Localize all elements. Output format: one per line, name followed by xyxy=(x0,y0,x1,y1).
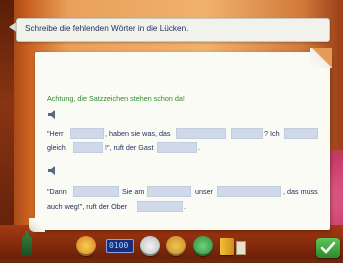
s2-text-2: Sie am xyxy=(122,187,145,196)
clock-text: 0100 xyxy=(109,241,129,250)
gap-input-9[interactable] xyxy=(217,186,281,197)
instruction-text: Schreibe die fehlenden Wörter in die Lüc… xyxy=(25,24,189,33)
s2-text-1: "Dann xyxy=(47,187,67,196)
bottle-icon xyxy=(22,231,32,256)
s1-text-6: . xyxy=(198,143,200,152)
left-shelf xyxy=(0,0,14,259)
s1-text-3: ? Ich xyxy=(264,129,280,138)
s2-text-3: unser xyxy=(195,187,213,196)
s1-text-2: , haben sie was, das xyxy=(105,129,171,138)
clock-display: 0100 xyxy=(106,239,134,253)
round-button[interactable] xyxy=(166,236,186,256)
gap-input-4[interactable] xyxy=(284,128,318,139)
s2-text-4: , das muss xyxy=(283,187,318,196)
check-icon xyxy=(320,241,336,254)
gap-input-1[interactable] xyxy=(70,128,104,139)
page-fold xyxy=(310,48,332,68)
page-curl xyxy=(29,218,45,232)
check-button[interactable] xyxy=(316,238,340,258)
gap-input-8[interactable] xyxy=(147,186,191,197)
gap-input-7[interactable] xyxy=(73,186,119,197)
book-icon[interactable] xyxy=(220,238,234,255)
gap-input-2[interactable] xyxy=(176,128,226,139)
face-button[interactable] xyxy=(140,236,160,256)
gap-input-3[interactable] xyxy=(231,128,263,139)
speaker-icon-2[interactable] xyxy=(47,166,59,175)
star-button[interactable] xyxy=(76,236,96,256)
s2-text-5: auch weg!", ruft der Ober xyxy=(47,202,128,211)
speaker-icon-1[interactable] xyxy=(47,110,59,119)
s2-text-6: . xyxy=(184,202,186,211)
s1-text-5: !", ruft der Gast xyxy=(105,143,154,152)
gap-input-6[interactable] xyxy=(157,142,197,153)
s1-text-1: "Herr xyxy=(47,129,64,138)
green-button[interactable] xyxy=(193,236,213,256)
exercise-sheet: Achtung, die Satzzeichen stehen schon da… xyxy=(29,48,332,232)
instruction-banner: Schreibe die fehlenden Wörter in die Lüc… xyxy=(16,18,330,42)
s1-text-4: gleich xyxy=(47,143,66,152)
hint-text: Achtung, die Satzzeichen stehen schon da… xyxy=(47,94,185,103)
gap-input-5[interactable] xyxy=(73,142,103,153)
box-icon[interactable] xyxy=(236,241,246,255)
bottom-toolbar: 0100 xyxy=(60,236,285,259)
gap-input-10[interactable] xyxy=(137,201,183,212)
